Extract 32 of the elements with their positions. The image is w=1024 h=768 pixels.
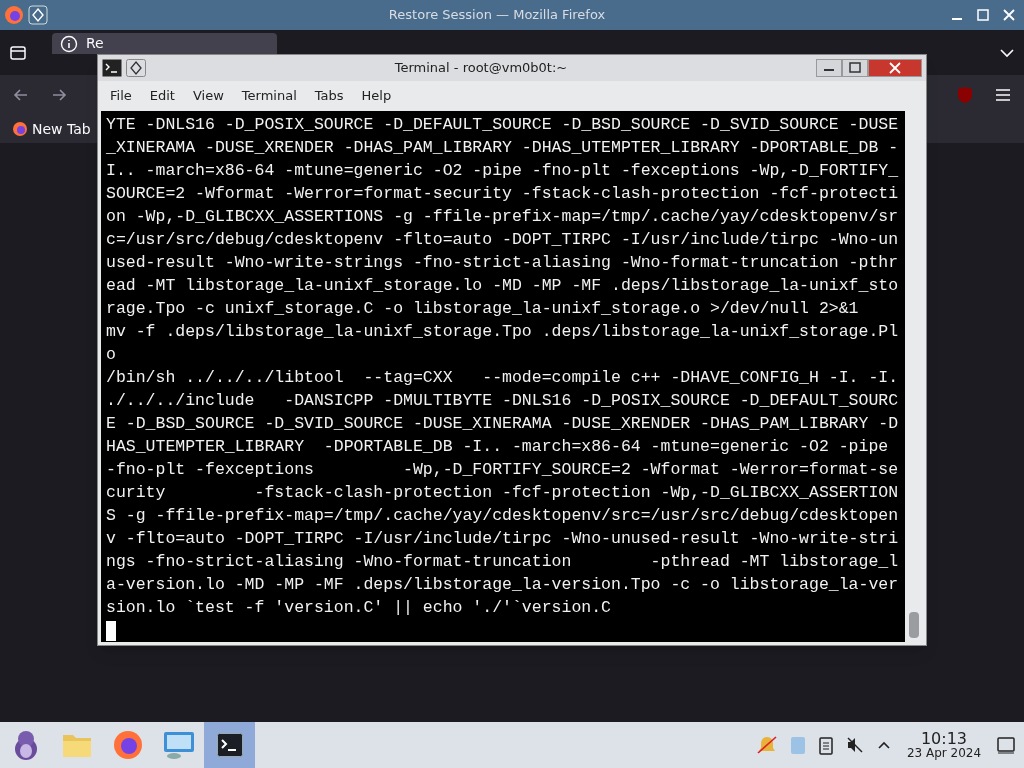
bookmark-item[interactable]: New Tab — [12, 118, 91, 140]
close-icon[interactable] — [868, 59, 922, 77]
clock[interactable]: 10:13 23 Apr 2024 — [904, 731, 984, 759]
taskbar-app[interactable] — [204, 722, 255, 768]
window-title: Restore Session — Mozilla Firefox — [387, 6, 607, 25]
terminal-icon — [216, 733, 243, 757]
menu-item[interactable]: View — [192, 86, 224, 106]
info-icon — [60, 34, 78, 53]
terminal-output: YTE -DNLS16 -D_POSIX_SOURCE -D_DEFAULT_SOURCE -D_BSD_SOURCE -D_SVID_SOURCE -DUSE _XINERAMA -DUSE_XRENDER -DHAS_PAM_LIBRARY -DHAS_UTEMPTER_LIBRARY -DPORTABLE_DB - I.. -march=x86-64 -mtune=generic -O2 -pipe -fno-plt -fexceptions -Wp,-D_FORTIFY_ SOURCE=2 -Wformat -Werror=format-security -fstack-clash-protection -fcf-protecti on -Wp,-D_GLIBCXX_ASSERTIONS -g -ffile-prefix-map=/tmp/.cache/yay/cdesktopenv/sr c=/usr/src/debug/cdesktopenv -flto=auto -DOPT_TIRPC -I/usr/include/tirpc -Wno-un used-result -Wno-write-strings -fno-strict-aliasing -Wno-format-truncation -pthr ead -MT libstorage_la-unixf_storage.lo -MD -MP -MF .deps/libstorage_la-unixf_sto rage.Tpo -c unixf_storage.C -o libstorage_la-unixf_storage.o >/dev/null 2>&1 mv -f .deps/libstorage_la-unixf_storage.Tpo .deps/libstorage_la-unixf_storage.Pl o /bin/sh ../../../libtool --tag=CXX --mode=compile c++ -DHAVE_CONFIG_H -I. -I. ./../../include -DANSICPP -DMULTIBYTE -DNLS16 -D_POSIX_SOURCE -D_DEFAULT_SOURC E -D_BSD_SOURCE -D_SVID_SOURCE -DUSE_XINERAMA -DUSE_XRENDER -DHAS_PAM_LIBRARY -D HAS_UTEMPTER_LIBRARY -DPORTABLE_DB -I.. -march=x86-64 -mtune=generic -O2 -pipe -fno-plt -fexceptions -Wp,-D_FORTIFY_SOURCE=2 -Wformat -Werror=format-se curity -fstack-clash-protection -fcf-protection -Wp,-D_GLIBCXX_ASSERTION S -g -ffile-prefix-map=/tmp/.cache/yay/cdesktopenv/src=/usr/src/debug/cdesktopen v -flto=auto -DOPT_TIRPC -I/usr/include/tirpc -Wno-unused-result -Wno-write-stri ngs -fno-strict-aliasing -Wno-format-truncation -pthread -MT libstorage_l a-version.lo -MD -MP -MF .deps/libstorage_la-version.Tpo -c -o libstorage_la-ver sion.lo `test -f 'version.C' || echo './'`version.C — [101, 111, 905, 642]
minimize-icon[interactable] — [816, 59, 842, 77]
menu-item[interactable]: File — [110, 86, 132, 106]
browser-icon — [4, 5, 24, 25]
window-title: Terminal - root@vm0b0t:~ — [393, 59, 569, 78]
monitor-icon — [162, 730, 195, 760]
menu-item[interactable]: Help — [361, 86, 392, 106]
folder-icon — [61, 732, 92, 758]
menu-icon[interactable] — [994, 86, 1012, 104]
text-cursor — [106, 621, 116, 641]
menu-item[interactable]: Terminal — [241, 86, 297, 106]
pin-icon[interactable] — [126, 59, 146, 77]
browser-icon — [112, 730, 143, 760]
show-desktop-icon[interactable] — [996, 735, 1016, 755]
menu-item[interactable]: Tabs — [314, 86, 344, 106]
volume-muted-icon[interactable] — [846, 736, 864, 754]
menu-item[interactable]: Edit — [149, 86, 175, 106]
scrollbar[interactable] — [905, 111, 923, 642]
browser-icon — [12, 121, 28, 137]
browser-tab[interactable]: Re — [52, 33, 277, 54]
terminal-icon — [102, 59, 122, 77]
bookmark-label: New Tab — [32, 119, 91, 139]
bell-off-icon[interactable] — [756, 735, 778, 755]
maximize-icon[interactable] — [842, 59, 868, 77]
